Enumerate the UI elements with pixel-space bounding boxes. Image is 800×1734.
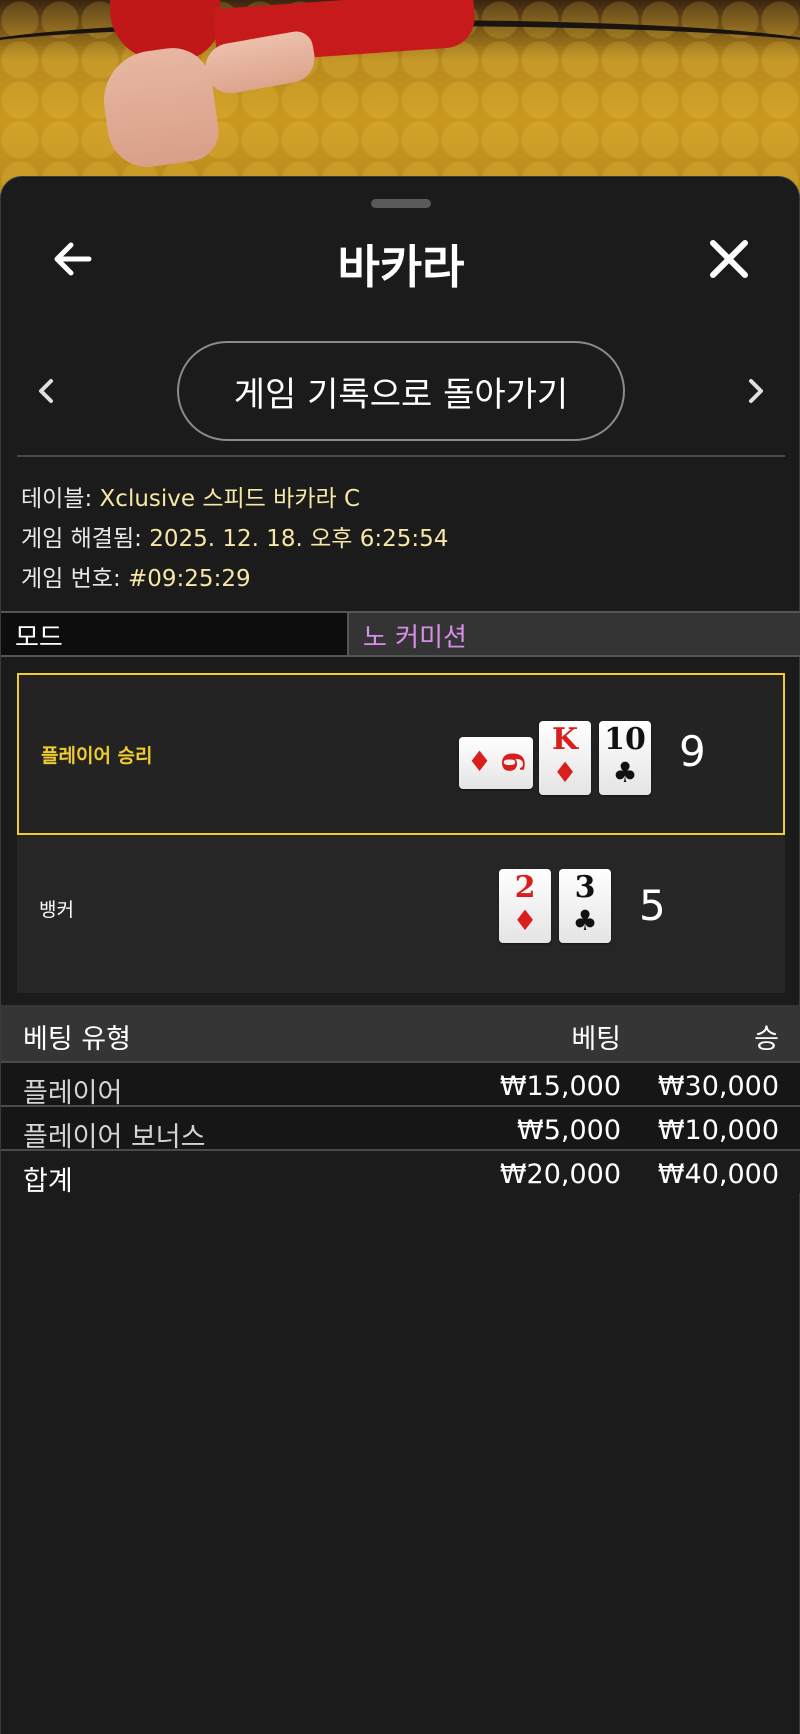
card-suit: ♣: [572, 904, 598, 937]
banker-score: 5: [639, 881, 666, 930]
divider: [17, 455, 785, 457]
chevron-right-icon[interactable]: [741, 371, 769, 411]
total-win: ₩40,000: [657, 1159, 779, 1190]
game-number-info: 게임 번호: #09:25:29: [21, 559, 251, 593]
playing-card: 2 ♦: [499, 869, 551, 943]
card-rank: 6: [494, 751, 530, 773]
player-result-label: 플레이어 승리: [41, 745, 153, 767]
player-score: 9: [679, 727, 706, 776]
playing-card: ♦ 6: [459, 737, 533, 789]
resolved-info-value: 2025. 12. 18. 오후 6:25:54: [149, 526, 449, 552]
card-suit: ♣: [612, 756, 638, 789]
card-suit: ♦: [552, 756, 578, 789]
playing-card: 3 ♣: [559, 869, 611, 943]
banker-hand-panel: 뱅커 2 ♦ 3 ♣ 5: [17, 835, 785, 993]
win-amount: ₩30,000: [657, 1071, 779, 1102]
sheet-grabber[interactable]: [371, 199, 431, 208]
playing-card: K ♦: [539, 721, 591, 795]
live-video-background: [0, 0, 800, 200]
game-number-label: 게임 번호:: [21, 566, 121, 592]
card-rank: K: [551, 722, 579, 757]
back-to-history-button[interactable]: 게임 기록으로 돌아가기: [177, 341, 625, 441]
table-row: 플레이어 ₩15,000 ₩30,000: [1, 1061, 800, 1109]
table-row: 플레이어 보너스 ₩5,000 ₩10,000: [1, 1105, 800, 1153]
win-amount: ₩10,000: [657, 1115, 779, 1146]
page-title: 바카라: [337, 240, 465, 294]
total-label: 합계: [23, 1166, 73, 1197]
mode-value: 노 커미션: [347, 613, 800, 655]
player-hand-panel: 플레이어 승리 ♦ 6 K ♦ 10 ♣ 9: [17, 673, 785, 835]
table-info-value: Xclusive 스피드 바카라 C: [99, 486, 361, 512]
playing-card: 10 ♣: [599, 721, 651, 795]
mode-label: 모드: [1, 613, 347, 655]
game-detail-sheet: 바카라 게임 기록으로 돌아가기 테이블: Xclusive 스피드 바카라 C…: [0, 176, 800, 1734]
card-suit: ♦: [467, 745, 493, 778]
game-navigation: 게임 기록으로 돌아가기: [1, 341, 800, 441]
table-info-label: 테이블:: [21, 486, 93, 512]
bet-amount: ₩5,000: [517, 1115, 621, 1146]
table-info: 테이블: Xclusive 스피드 바카라 C: [21, 479, 360, 513]
card-suit: ♦: [512, 904, 538, 937]
resolved-info-label: 게임 해결됨:: [21, 526, 142, 552]
chevron-left-icon[interactable]: [33, 371, 61, 411]
bets-table-header: 베팅 유형 베팅 승: [1, 1005, 800, 1061]
card-rank: 10: [604, 722, 646, 757]
resolved-info: 게임 해결됨: 2025. 12. 18. 오후 6:25:54: [21, 519, 448, 553]
column-header-bet: 베팅: [571, 1024, 621, 1055]
close-icon[interactable]: [705, 235, 753, 283]
card-rank: 3: [574, 870, 596, 905]
mode-row: 모드 노 커미션: [1, 611, 800, 657]
game-number-value: #09:25:29: [128, 566, 251, 592]
bet-amount: ₩15,000: [499, 1071, 621, 1102]
column-header-type: 베팅 유형: [23, 1024, 131, 1055]
total-bet: ₩20,000: [499, 1159, 621, 1190]
header: 바카라: [1, 217, 800, 297]
banker-label: 뱅커: [39, 899, 74, 921]
total-row: 합계 ₩20,000 ₩40,000: [1, 1149, 800, 1197]
column-header-win: 승: [754, 1024, 779, 1055]
card-rank: 2: [514, 870, 536, 905]
